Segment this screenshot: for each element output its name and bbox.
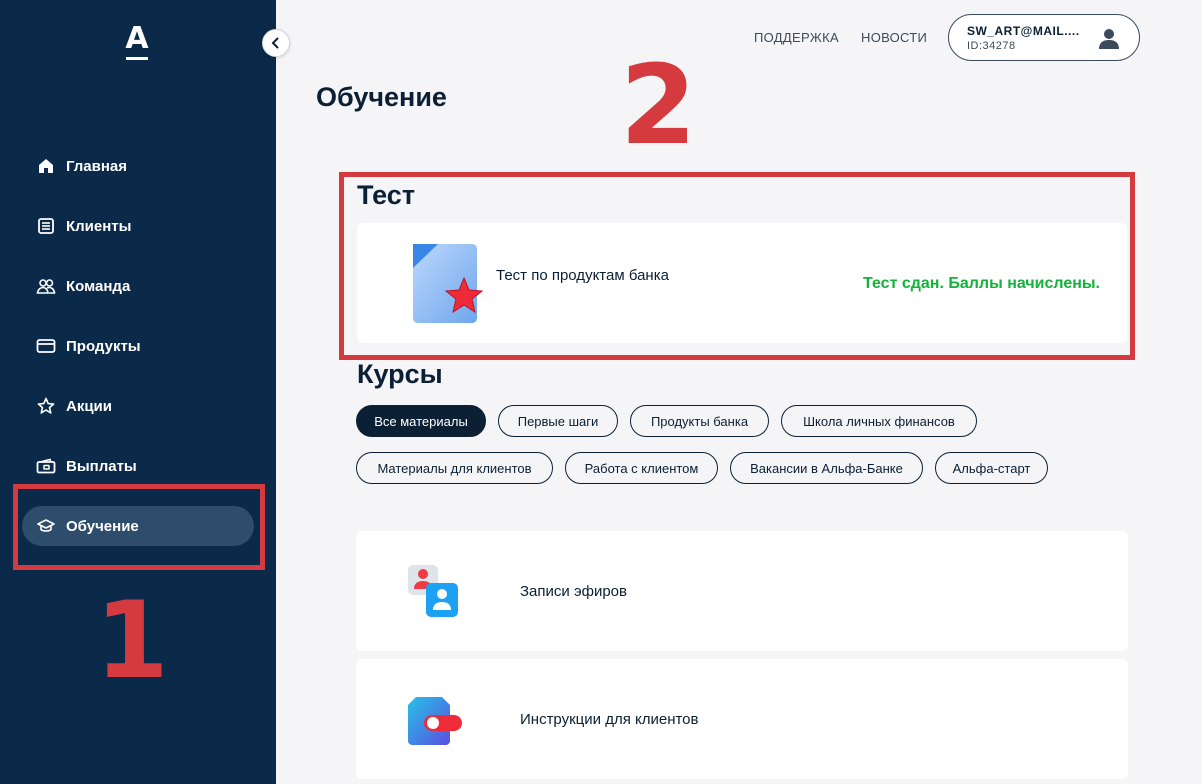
annotation-number-2: 2	[620, 41, 697, 169]
user-profile-button[interactable]: SW_ART@MAIL.... ID:34278	[948, 14, 1140, 61]
page-title: Обучение	[316, 82, 447, 112]
sidebar-item-label: Акции	[66, 397, 113, 415]
sidebar-item-payouts[interactable]: Выплаты	[22, 446, 254, 486]
course-card-broadcast-records[interactable]: Записи эфиров	[356, 531, 1128, 651]
client-instructions-icon	[406, 689, 466, 749]
broadcast-records-icon	[406, 561, 466, 621]
collapse-sidebar-button[interactable]	[262, 29, 290, 57]
user-email: SW_ART@MAIL....	[967, 24, 1080, 38]
sidebar-item-home[interactable]: Главная	[22, 146, 254, 186]
user-id: ID:34278	[967, 40, 1016, 52]
alfa-logo[interactable]: А	[124, 21, 150, 60]
home-icon	[36, 156, 56, 176]
filter-chip-client-materials[interactable]: Материалы для клиентов	[356, 452, 553, 484]
course-card-client-instructions[interactable]: Инструкции для клиентов	[356, 659, 1128, 779]
user-icon	[1097, 26, 1121, 50]
sidebar-item-promotions[interactable]: Акции	[22, 386, 254, 426]
filter-chip-personal-finance[interactable]: Школа личных финансов	[781, 405, 977, 437]
filter-chip-all[interactable]: Все материалы	[356, 405, 486, 437]
filter-chip-alfa-start[interactable]: Альфа-старт	[935, 452, 1048, 484]
chevron-left-icon	[271, 37, 281, 49]
annotation-box-1	[13, 484, 265, 570]
wallet-icon	[36, 456, 56, 476]
sidebar-item-team[interactable]: Команда	[22, 266, 254, 306]
filter-chip-first-steps[interactable]: Первые шаги	[498, 405, 618, 437]
sidebar-item-label: Команда	[66, 277, 131, 295]
card-icon	[36, 336, 56, 356]
clients-list-icon	[36, 216, 56, 236]
courses-section-title: Курсы	[357, 359, 443, 389]
course-card-label: Записи эфиров	[520, 583, 627, 600]
logo-underline	[126, 57, 148, 60]
logo-letter: А	[125, 21, 149, 56]
support-link[interactable]: ПОДДЕРЖКА	[754, 30, 839, 45]
sidebar-item-products[interactable]: Продукты	[22, 326, 254, 366]
news-link[interactable]: НОВОСТИ	[861, 30, 927, 45]
sidebar-item-label: Главная	[66, 157, 128, 175]
filter-chip-bank-products[interactable]: Продукты банка	[630, 405, 769, 437]
sidebar-item-label: Выплаты	[66, 457, 137, 475]
course-card-label: Инструкции для клиентов	[520, 711, 699, 728]
sidebar-item-clients[interactable]: Клиенты	[22, 206, 254, 246]
star-icon	[36, 396, 56, 416]
annotation-number-1: 1	[95, 579, 169, 702]
annotation-box-2	[339, 172, 1135, 360]
sidebar-item-label: Продукты	[66, 337, 141, 355]
team-icon	[36, 276, 56, 296]
sidebar-item-label: Клиенты	[66, 217, 132, 235]
filter-chip-client-work[interactable]: Работа с клиентом	[565, 452, 718, 484]
filter-chip-vacancies[interactable]: Вакансии в Альфа-Банке	[730, 452, 923, 484]
